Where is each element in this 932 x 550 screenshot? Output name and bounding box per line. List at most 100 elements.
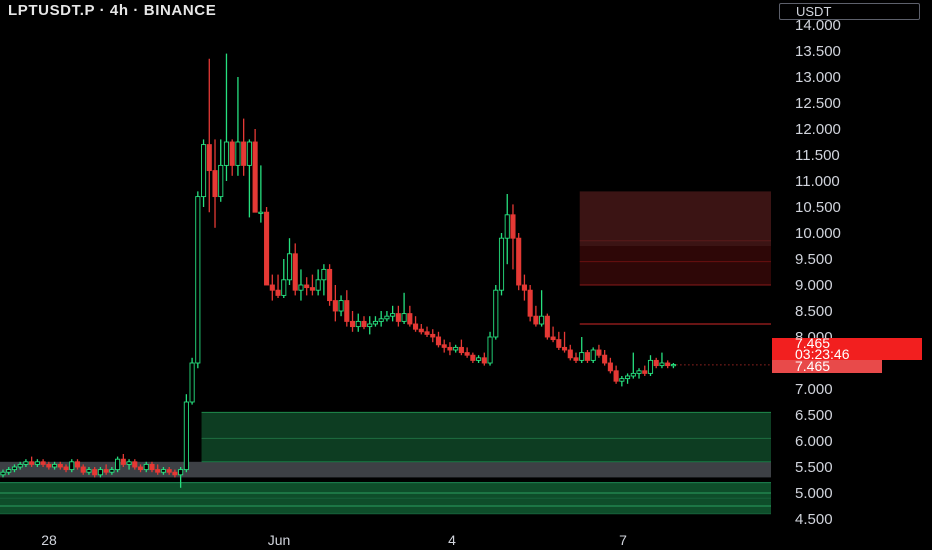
x-tick-label: Jun [268,532,291,548]
candle-body [126,461,132,465]
y-tick-label: 10.500 [795,199,841,216]
candle-body [332,300,338,312]
candle-body [441,344,447,348]
candle-body [46,463,52,468]
candle-body [355,320,361,328]
candle [258,165,264,223]
candle-body [281,279,287,296]
candle-body [596,349,602,356]
candle-body [34,461,40,465]
candle [413,316,419,332]
candle [355,313,361,332]
candle-body [183,401,189,471]
x-tick-label: 7 [619,532,627,548]
candle [349,311,356,332]
candle-body [647,359,654,374]
candle [418,324,424,335]
candle [327,264,333,306]
candle-body [458,346,464,354]
candle-body [544,315,550,338]
candle [510,204,516,270]
candle-body [200,144,207,198]
candle [241,118,247,176]
candle-body [189,362,195,403]
candle-body [338,300,344,312]
candle [659,352,665,369]
candle [539,290,545,327]
x-tick-label: 28 [41,532,57,548]
candle-body [315,279,321,291]
candle [596,344,602,358]
currency-selector[interactable]: USDT [779,3,920,20]
candle-body [430,333,436,338]
candle-body [447,346,453,351]
candle [590,347,596,363]
x-tick-label: 4 [448,532,456,548]
candle-body [132,461,138,468]
candle-body [625,375,631,380]
candle-body [550,336,556,341]
candle [579,337,585,363]
candle-body [435,336,442,346]
candle-body [372,320,379,325]
y-tick-label: 10.000 [795,225,841,242]
candle-body [384,315,390,320]
candle [556,331,562,350]
candle-body [642,370,648,374]
candle [281,259,287,298]
candle-body [229,141,235,166]
candle [407,305,413,327]
candle-body [476,357,482,361]
candle-body [653,359,659,367]
candle-body [453,346,459,351]
candle [115,456,121,473]
candle [567,344,573,361]
candle-body [63,466,69,471]
candle-body [292,253,298,291]
candlestick-chart[interactable]: 14.00013.50013.00012.50012.00011.50011.0… [0,0,932,550]
candle-body [418,328,424,333]
candle [636,368,642,379]
candle-body [304,284,310,289]
candle [189,357,195,405]
candle [286,238,293,285]
candle [338,295,344,317]
y-tick-label: 9.000 [795,277,833,294]
candle [481,352,487,366]
candle [235,77,241,176]
candle [527,285,533,322]
candle [275,274,281,298]
candle [665,360,671,369]
candle-body [464,352,470,356]
candle [435,331,442,348]
candle [269,274,275,301]
candle-body [361,320,367,328]
candle-body [97,469,103,476]
candle [344,290,350,327]
candle-body [235,141,241,166]
y-tick-label: 12.500 [795,95,841,112]
y-tick-label: 5.000 [795,485,833,502]
candle [315,269,321,296]
candle [476,355,482,363]
candle [498,233,505,296]
candle-body [498,237,505,291]
candle-body [286,253,293,281]
y-tick-label: 11.500 [795,147,840,164]
candle-body [195,196,201,364]
candle-body [602,354,608,364]
candle-body [584,352,591,361]
y-tick-label: 9.500 [795,251,833,268]
candle-body [11,466,18,471]
candle-body [344,300,350,322]
candle-body [367,323,373,328]
candle-body [206,144,212,172]
candle [430,329,436,343]
candle [309,274,315,296]
candle [200,139,207,207]
candle-body [309,287,315,291]
candle-body [665,362,671,367]
candle [372,316,379,327]
candle [195,191,201,369]
candle-body [613,370,619,382]
